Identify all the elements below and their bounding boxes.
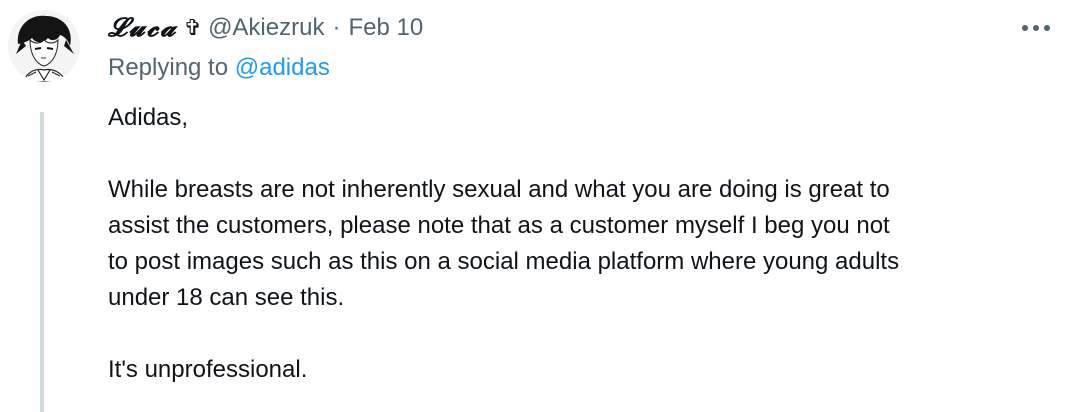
tweet-header: 𝓛𝓾𝓬𝓪 ✞ @Akiezruk · Feb 10	[108, 10, 423, 46]
tweet-text-line: It's unprofessional.	[108, 356, 308, 383]
tweet-body: Adidas, While breasts are not inherently…	[108, 100, 1058, 388]
user-handle[interactable]: @Akiezruk	[208, 14, 324, 42]
separator-dot: ·	[332, 14, 341, 41]
cross-icon: ✞	[183, 15, 203, 41]
replying-prefix: Replying to	[108, 54, 229, 81]
tweet-date[interactable]: Feb 10	[348, 14, 423, 42]
anime-avatar-icon	[8, 10, 80, 82]
tweet-text-line: While breasts are not inherently sexual …	[108, 176, 890, 203]
tweet-text-line: Adidas,	[108, 104, 189, 131]
more-button[interactable]	[1016, 16, 1056, 40]
more-dots-icon	[1022, 25, 1050, 31]
thread-line	[40, 112, 44, 412]
display-name[interactable]: 𝓛𝓾𝓬𝓪	[108, 13, 178, 44]
avatar[interactable]	[8, 10, 80, 82]
replying-handle-link[interactable]: @adidas	[235, 54, 330, 81]
tweet-text-line: under 18 can see this.	[108, 284, 345, 311]
tweet-text-line: assist the customers, please note that a…	[108, 212, 890, 239]
tweet-text-line: to post images such as this on a social …	[108, 248, 900, 275]
replying-to: Replying to @adidas	[108, 54, 330, 82]
tweet: 𝓛𝓾𝓬𝓪 ✞ @Akiezruk · Feb 10 Replying to @a…	[0, 0, 1080, 412]
